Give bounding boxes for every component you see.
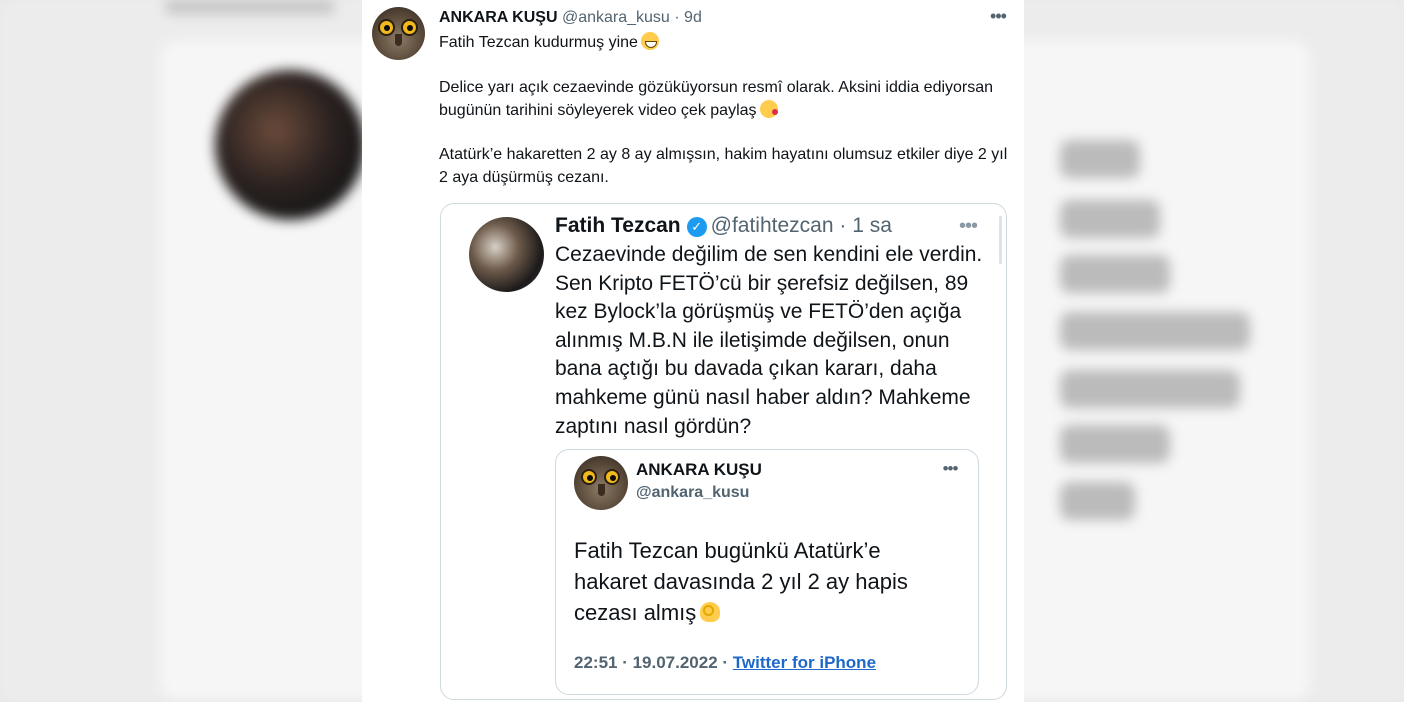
blurred-text (1060, 140, 1140, 178)
more-options-icon[interactable]: ••• (986, 6, 1010, 26)
quoted-author-handle[interactable]: @fatihtezcan (711, 214, 834, 237)
blurred-text (1060, 312, 1250, 350)
blurred-text (165, 0, 335, 14)
nested-more-options-icon[interactable]: ••• (939, 460, 961, 478)
tweet-text-1: Fatih Tezcan kudurmuş yine (439, 34, 638, 51)
tweet-line-1: Fatih Tezcan kudurmuş yine (439, 31, 1009, 54)
owl-eye-icon (604, 469, 620, 485)
ok-hand-emoji-icon (700, 602, 721, 622)
nested-meta: 22:51 · 19.07.2022 · Twitter for iPhone (574, 653, 876, 673)
blurred-text (1060, 370, 1240, 408)
tweet-paragraph-3: Atatürk’e hakaretten 2 ay 8 ay almışsın,… (439, 143, 1009, 189)
tweet-paragraph-2: Delice yarı açık cezaevinde gözüküyorsun… (439, 76, 1009, 122)
quoted-more-options-icon[interactable]: ••• (955, 216, 981, 236)
grinning-emoji-icon (640, 32, 659, 50)
author-handle[interactable]: @ankara_kusu (562, 9, 670, 26)
blurred-text (1060, 200, 1160, 238)
quoted-time[interactable]: 1 sa (852, 214, 892, 237)
quoted-author-avatar[interactable] (469, 217, 544, 292)
blurred-text (1060, 255, 1170, 293)
nested-author-handle[interactable]: @ankara_kusu (636, 484, 749, 502)
scrollbar[interactable] (999, 216, 1002, 264)
blurred-text (1060, 425, 1170, 463)
owl-avatar[interactable] (372, 7, 425, 60)
separator-dot: · (669, 9, 685, 26)
verified-badge-icon: ✓ (686, 217, 707, 237)
nested-text-block: Fatih Tezcan bugünkü Atatürk’e hakaret d… (574, 535, 954, 628)
tweet-time[interactable]: 9d (684, 9, 702, 26)
quoted-tweet[interactable]: Fatih Tezcan ✓ @fatihtezcan · 1 sa ••• Cez… (440, 203, 1007, 700)
quoted-text: Cezaevinde değilim de sen kendini ele ve… (555, 243, 983, 438)
nested-tweet[interactable]: ANKARA KUŞU @ankara_kusu ••• Fatih Tezca… (555, 449, 979, 695)
nested-text: Fatih Tezcan bugünkü Atatürk’e hakaret d… (574, 538, 908, 625)
tweet-text-3: Atatürk’e hakaretten 2 ay 8 ay almışsın,… (439, 146, 1008, 186)
author-name[interactable]: ANKARA KUŞU (439, 9, 558, 26)
tweet-text-2: Delice yarı açık cezaevinde gözüküyorsun… (439, 79, 994, 119)
owl-eye-icon (378, 19, 395, 36)
nested-author-name[interactable]: ANKARA KUŞU (636, 460, 762, 480)
owl-eye-icon (401, 19, 418, 36)
quoted-author-name[interactable]: Fatih Tezcan (555, 214, 681, 237)
owl-beak-icon (395, 34, 402, 46)
quoted-header: Fatih Tezcan ✓ @fatihtezcan · 1 sa (555, 214, 892, 238)
owl-beak-icon (598, 484, 605, 496)
owl-avatar[interactable] (574, 456, 628, 510)
owl-eye-icon (581, 469, 597, 485)
kiss-emoji-icon (759, 100, 778, 118)
nested-timestamp[interactable]: 22:51 · 19.07.2022 · (574, 653, 733, 672)
blurred-avatar (215, 70, 365, 220)
tweet-header: ANKARA KUŞU @ankara_kusu · 9d (439, 9, 702, 27)
separator-dot: · (833, 214, 853, 237)
tweet-card[interactable]: ANKARA KUŞU @ankara_kusu · 9d ••• Fatih … (362, 0, 1024, 702)
source-link[interactable]: Twitter for iPhone (733, 653, 876, 672)
blurred-text (1060, 482, 1135, 520)
